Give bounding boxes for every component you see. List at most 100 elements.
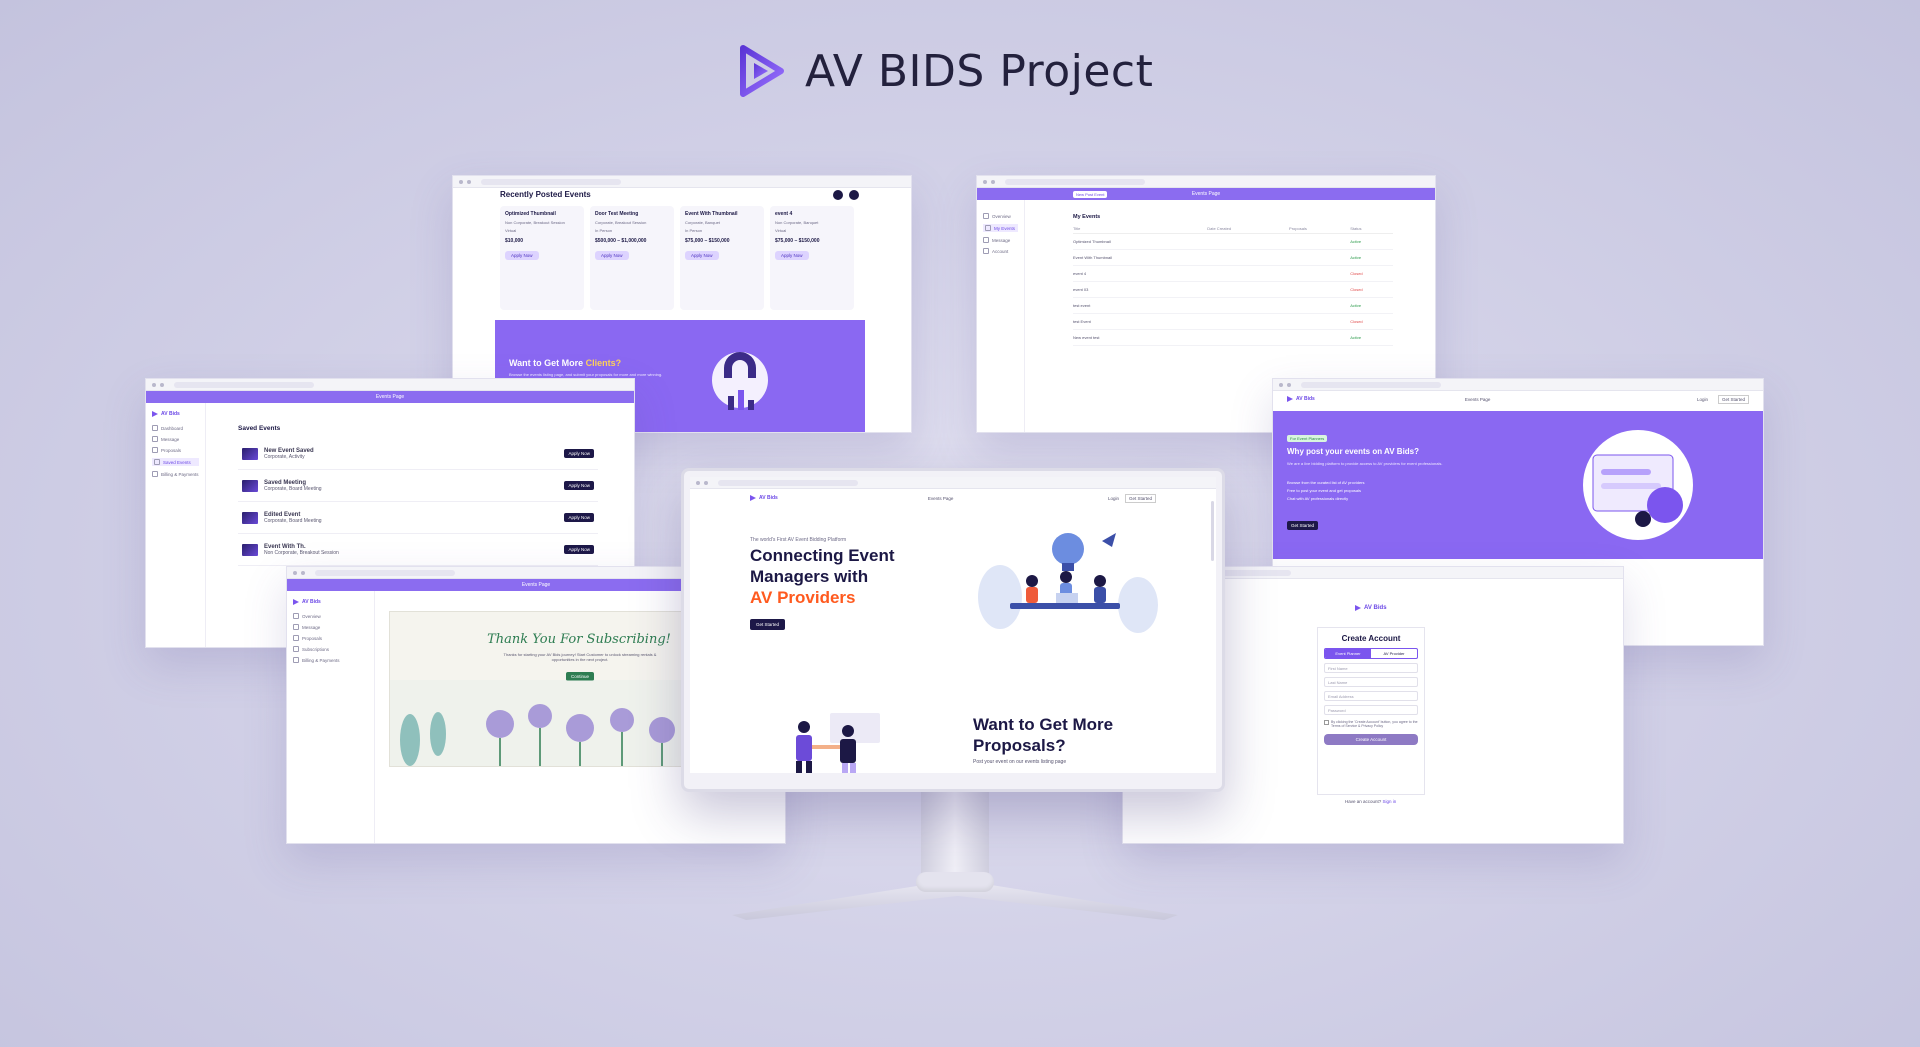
vertical-scrollbar[interactable] xyxy=(1211,501,1214,561)
password-field[interactable]: Password xyxy=(1324,705,1418,715)
list-item[interactable]: Edited Event Corporate, Board Meeting App… xyxy=(238,502,598,534)
sidebar: AV Bids Dashboard Message Proposals Save… xyxy=(146,403,206,647)
why-bullet: Free to post your event and get proposal… xyxy=(1287,488,1362,493)
post-event-button[interactable]: New Post Event xyxy=(1073,190,1108,198)
first-name-field[interactable]: First Name xyxy=(1324,663,1418,673)
hero-title: Connecting Event Managers with AV Provid… xyxy=(750,546,895,607)
hero-tagline: The world's First AV Event Bidding Platf… xyxy=(750,537,847,543)
saved-events-heading: Saved Events xyxy=(238,425,281,432)
tab-av-provider[interactable]: AV Provider xyxy=(1371,649,1417,658)
table-row[interactable]: Event With Thumbnail Active xyxy=(1073,249,1393,266)
last-name-field[interactable]: Last Name xyxy=(1324,677,1418,687)
logo-play-icon xyxy=(740,45,784,97)
event-card[interactable]: event 4 Non Corporate, Banquet Virtual $… xyxy=(770,206,854,310)
profile-illustration xyxy=(1583,430,1693,540)
hero-illustration xyxy=(978,533,1158,633)
carousel-prev-button[interactable] xyxy=(833,190,843,200)
sidebar-item-overview[interactable]: Overview xyxy=(983,213,1018,219)
monitor-stand-hub xyxy=(916,872,994,892)
sidebar-item-overview[interactable]: Overview xyxy=(293,613,368,619)
av-bids-logo: AV Bids xyxy=(1355,605,1387,611)
monitor-screen: AV Bids Events Page Login Get Started Th… xyxy=(690,477,1216,773)
carousel-next-button[interactable] xyxy=(849,190,859,200)
event-thumbnail xyxy=(242,543,258,556)
signup-button[interactable]: Get Started xyxy=(1717,394,1749,404)
apply-now-button[interactable]: Apply Now xyxy=(595,251,629,260)
why-heading: Why post your events on AV Bids? xyxy=(1287,447,1420,456)
create-account-heading: Create Account xyxy=(1341,634,1401,643)
create-account-button[interactable]: Create Account xyxy=(1324,734,1418,745)
get-started-button[interactable]: Get Started xyxy=(750,619,786,630)
get-started-button[interactable]: Get Started xyxy=(1287,521,1319,530)
apply-now-button[interactable]: Apply Now xyxy=(564,545,594,554)
why-bullet: Browse from the curated list of AV provi… xyxy=(1287,480,1365,485)
sidebar-item-proposals[interactable]: Proposals xyxy=(293,635,368,641)
proposals-body: Post your event on our events listing pa… xyxy=(973,759,1067,765)
nav-title: Events Page xyxy=(927,495,954,501)
sidebar-item-subscriptions[interactable]: Subscriptions xyxy=(293,646,368,652)
events-page-bar: Events Page xyxy=(146,391,634,403)
av-bids-logo: AV Bids xyxy=(750,495,778,501)
subscribe-body: Thanks for starting your AV Bids journey… xyxy=(503,652,657,662)
email-field[interactable]: Email Address xyxy=(1324,691,1418,701)
sidebar-item-account[interactable]: Account xyxy=(983,248,1018,254)
promo-title-accent: Clients? xyxy=(585,358,622,368)
tab-event-planner[interactable]: Event Planner xyxy=(1325,649,1371,658)
list-item[interactable]: Event With Th. Non Corporate, Breakout Se… xyxy=(238,534,598,566)
my-events-table: Title Date Created Proposals Status Optimiz… xyxy=(1073,224,1393,346)
apply-now-button[interactable]: Apply Now xyxy=(685,251,719,260)
top-nav: AV Bids Events Page Login Get Started xyxy=(1273,391,1763,407)
login-link[interactable]: Login xyxy=(1108,496,1119,501)
apply-now-button[interactable]: Apply Now xyxy=(564,449,594,458)
sidebar-item-my-events[interactable]: My Events xyxy=(983,224,1018,232)
table-row[interactable]: New event test Active xyxy=(1073,329,1393,346)
table-row[interactable]: test event Active xyxy=(1073,297,1393,314)
list-item[interactable]: Saved Meeting Corporate, Board Meeting Ap… xyxy=(238,470,598,502)
sign-in-link[interactable]: Sign in xyxy=(1383,799,1397,804)
sidebar-item-message[interactable]: Message xyxy=(293,624,368,630)
sidebar-item-billing[interactable]: Billing & Payments xyxy=(152,471,199,477)
recent-events-heading: Recently Posted Events xyxy=(500,190,591,199)
top-nav: AV Bids Events Page Login Get Started xyxy=(690,489,1216,507)
why-body: We are a live bidding platform to provid… xyxy=(1287,461,1443,466)
page-header: AV BIDS Project xyxy=(737,44,1153,98)
event-thumbnail xyxy=(242,511,258,524)
login-link[interactable]: Login xyxy=(1697,397,1708,402)
proposals-title: Want to Get More Proposals? xyxy=(973,715,1114,755)
table-row[interactable]: event 03 Closed xyxy=(1073,281,1393,298)
my-events-heading: My Events xyxy=(1073,214,1101,220)
signup-form: Create Account Event Planner AV Provider… xyxy=(1317,627,1425,795)
why-bullet: Chat with AV professionals directly xyxy=(1287,496,1349,501)
table-row[interactable]: event 4 Closed xyxy=(1073,265,1393,282)
event-card[interactable]: Event With Thumbnail Corporate, Banquet … xyxy=(680,206,764,310)
sidebar: Overview My Events Message Account xyxy=(977,200,1025,432)
apply-now-button[interactable]: Apply Now xyxy=(775,251,809,260)
page-title: AV BIDS Project xyxy=(805,45,1154,97)
table-row[interactable]: test Event Closed xyxy=(1073,313,1393,330)
sidebar: AV Bids Overview Message Proposals Subsc… xyxy=(287,591,375,843)
event-thumbnail xyxy=(242,479,258,492)
sidebar-item-message[interactable]: Message xyxy=(152,436,199,442)
event-card[interactable]: Door Test Meeting Corporate, Breakout Se… xyxy=(590,206,674,310)
sidebar-item-dashboard[interactable]: Dashboard xyxy=(152,425,199,431)
sidebar-item-billing[interactable]: Billing & Payments xyxy=(293,657,368,663)
apply-now-button[interactable]: Apply Now xyxy=(564,513,594,522)
terms-checkbox[interactable] xyxy=(1324,720,1329,725)
why-banner: For Event Planners Why post your events … xyxy=(1273,411,1763,559)
monitor: AV Bids Events Page Login Get Started Th… xyxy=(681,468,1225,792)
apply-now-button[interactable]: Apply Now xyxy=(564,481,594,490)
sidebar-item-saved-events[interactable]: Saved Events xyxy=(152,458,199,466)
sidebar-item-message[interactable]: Message xyxy=(983,237,1018,243)
signup-button[interactable]: Get Started xyxy=(1124,493,1156,503)
rocket-icon xyxy=(1102,533,1116,547)
list-item[interactable]: New Event Saved Corporate, Activity Apply… xyxy=(238,438,598,470)
apply-now-button[interactable]: Apply Now xyxy=(505,251,539,260)
table-row[interactable]: Optimized Thumbnail Active xyxy=(1073,233,1393,250)
promo-body: Browse the events listing page, and subm… xyxy=(509,372,663,377)
event-thumbnail xyxy=(242,447,258,460)
event-card[interactable]: Optimized Thumbnail Non Corporate, Break… xyxy=(500,206,584,310)
sidebar-item-proposals[interactable]: Proposals xyxy=(152,447,199,453)
handshake-illustration xyxy=(796,713,880,773)
promo-title: Want to Get More xyxy=(509,358,586,368)
magnet-illustration xyxy=(712,352,768,410)
